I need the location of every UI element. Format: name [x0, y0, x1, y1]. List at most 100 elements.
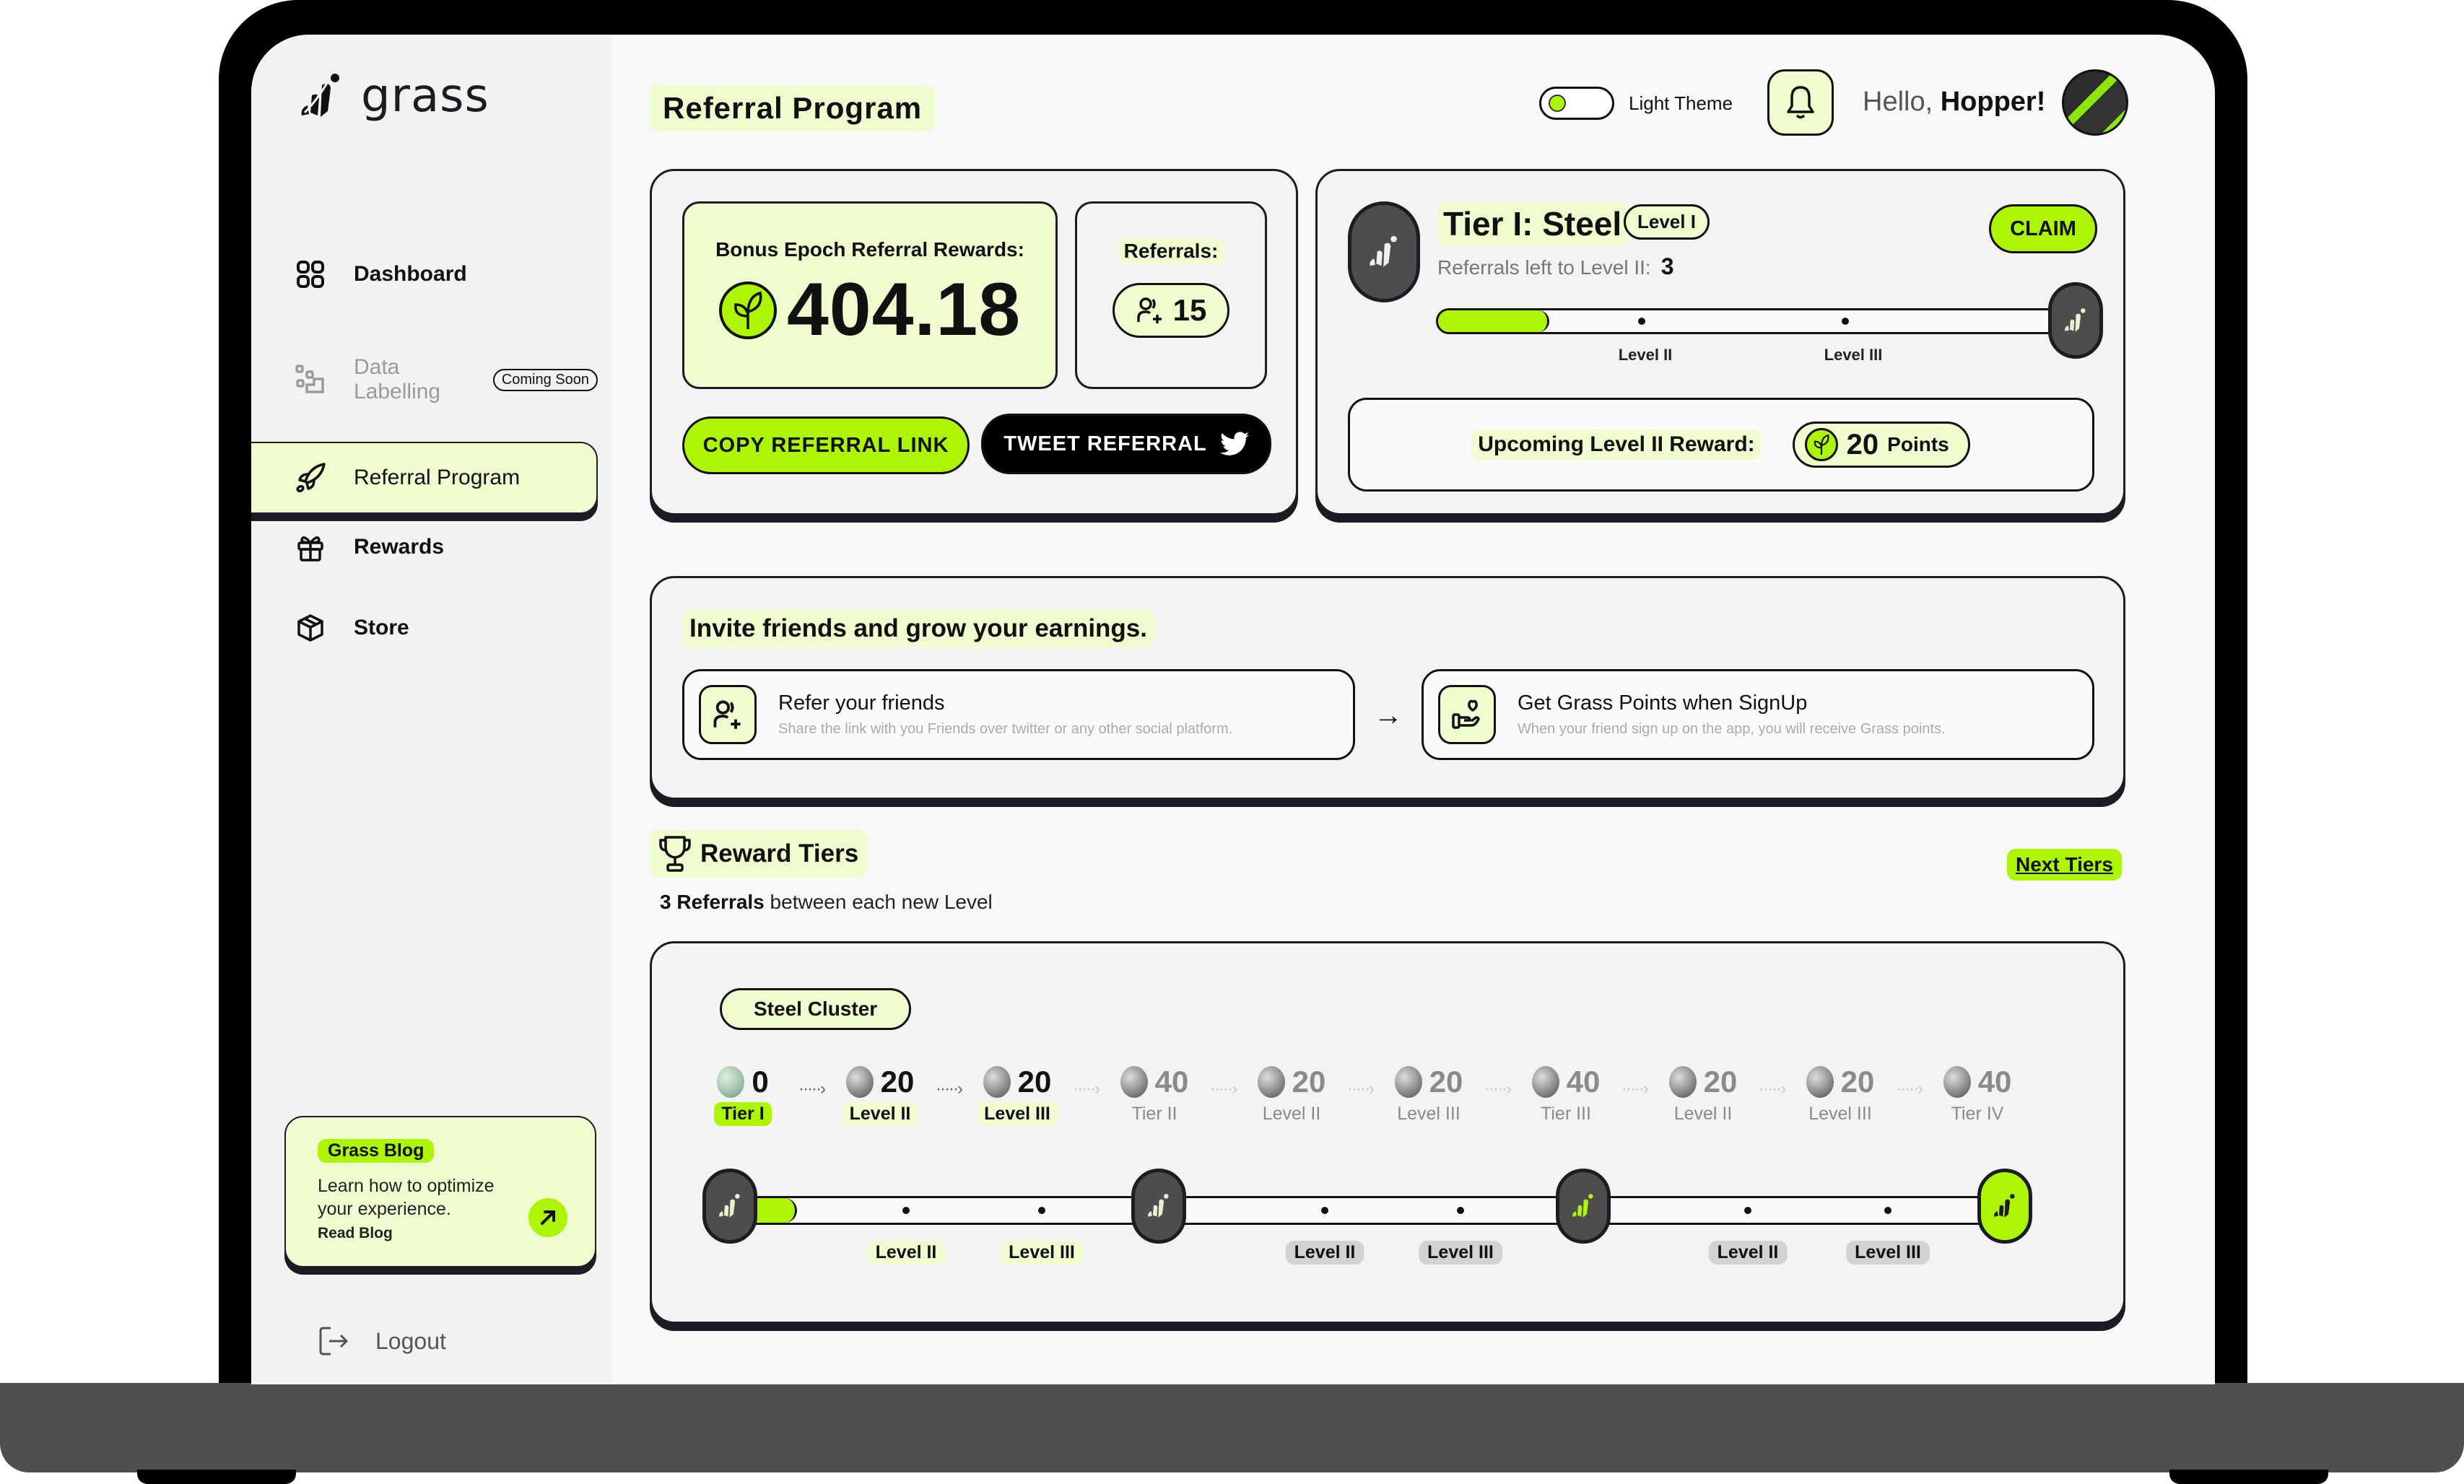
timeline-label: Tier I	[714, 1102, 772, 1126]
coin-icon	[1120, 1066, 1148, 1098]
grass-logo-icon	[1148, 1194, 1169, 1218]
toggle-knob	[1549, 95, 1566, 112]
timeline-label: Tier II	[1131, 1104, 1177, 1124]
timeline-item: 20 Level II	[1645, 1065, 1761, 1126]
sidebar-item-label: Referral Program	[354, 466, 521, 489]
notifications-button[interactable]	[1767, 69, 1834, 136]
timeline-points: 20	[1703, 1065, 1738, 1099]
timeline-label: Level III	[977, 1102, 1058, 1126]
timeline-item: 20 Level III	[959, 1065, 1075, 1126]
app-name: grass	[361, 69, 489, 123]
step-description: Share the link with you Friends over twi…	[778, 721, 1233, 737]
coin-icon	[983, 1066, 1011, 1098]
coin-icon	[717, 1066, 745, 1098]
coin-icon	[1257, 1066, 1285, 1098]
referrals-box: Referrals: 15	[1075, 201, 1267, 389]
tier-badge	[1348, 201, 1420, 302]
dotted-arrow-icon: ·····›	[1347, 1079, 1375, 1099]
tier-title: Tier I: Steel	[1437, 201, 1628, 246]
referral-summary-card: Bonus Epoch Referral Rewards: 404.18 Ref…	[650, 169, 1298, 515]
grid-icon	[295, 258, 326, 290]
grass-coin-icon	[1804, 428, 1838, 461]
sidebar-item-data-labelling[interactable]: Data Labelling Coming Soon	[251, 352, 598, 407]
laptop-foot	[2169, 1470, 2328, 1484]
logo[interactable]: grass	[296, 69, 489, 123]
laptop-base	[0, 1383, 2464, 1472]
dotted-arrow-icon: ·····›	[1759, 1079, 1786, 1099]
hand-heart-icon	[1438, 685, 1496, 744]
coin-icon	[1531, 1066, 1559, 1098]
dotted-arrow-icon: ·····›	[1484, 1079, 1512, 1099]
upcoming-points-pill: 20 Points	[1792, 422, 1970, 468]
app-screen: grass Dashboard Data Labelling Coming So…	[251, 35, 2215, 1384]
tier-badge	[702, 1169, 757, 1244]
reward-tiers-heading: Reward Tiers	[650, 830, 868, 878]
bonus-rewards-box: Bonus Epoch Referral Rewards: 404.18	[682, 201, 1058, 389]
timeline-value: 20	[822, 1065, 938, 1099]
sidebar-item-rewards[interactable]: Rewards	[251, 525, 598, 569]
timeline-value: 20	[1645, 1065, 1761, 1099]
avatar[interactable]	[2062, 69, 2128, 136]
sidebar-item-store[interactable]: Store	[251, 606, 598, 650]
timeline-item: 20 Level III	[1782, 1065, 1898, 1126]
user-plus-icon	[1136, 297, 1162, 323]
timeline-points: 0	[752, 1065, 769, 1099]
copy-referral-link-button[interactable]: COPY REFERRAL LINK	[682, 416, 970, 474]
timeline-value: 20	[959, 1065, 1075, 1099]
next-tier-badge	[2048, 282, 2103, 359]
level-marker	[1841, 318, 1849, 325]
bell-icon	[1787, 86, 1814, 119]
user-name: Hopper!	[1940, 87, 2046, 117]
greeting: Hello, Hopper!	[1863, 87, 2045, 118]
coming-soon-badge: Coming Soon	[492, 368, 598, 391]
reward-tiers-card: Steel Cluster 0 Tier I ·····› 20 Level II ···…	[650, 941, 2125, 1324]
twitter-icon	[1219, 432, 1249, 455]
timeline-label: Level III	[1397, 1104, 1460, 1124]
track-label: Level III	[1824, 346, 1883, 364]
invite-step: Refer your friends Share the link with y…	[682, 669, 1355, 760]
greeting-prefix: Hello,	[1863, 87, 1933, 117]
grass-logo-icon	[2065, 308, 2086, 332]
track-level-label: Level II	[866, 1241, 946, 1265]
coin-icon	[1668, 1066, 1697, 1098]
blog-description: Learn how to optimize your experience.	[318, 1176, 495, 1219]
timeline-value: 20	[1371, 1065, 1486, 1099]
logout-label: Logout	[375, 1327, 446, 1354]
theme-toggle-switch[interactable]	[1539, 87, 1614, 120]
tweet-referral-button[interactable]: TWEET REFERRAL	[981, 414, 1271, 474]
grass-logo-icon	[301, 74, 339, 117]
logout-icon	[319, 1327, 349, 1356]
blog-card[interactable]: Grass Blog Learn how to optimize your ex…	[284, 1116, 596, 1267]
theme-toggle[interactable]: Light Theme	[1539, 87, 1733, 120]
dotted-arrow-icon: ·····›	[936, 1079, 963, 1099]
level-chip: Level I	[1624, 204, 1710, 240]
timeline-points: 20	[880, 1065, 915, 1099]
sidebar-item-label: Data Labelling	[354, 355, 440, 404]
referrals-left-label: Referrals left to Level II:	[1437, 256, 1651, 279]
coin-icon	[1806, 1066, 1834, 1098]
referrals-count: 15	[1172, 293, 1207, 327]
tier-badge	[1556, 1169, 1611, 1244]
track-level-label: Level III	[1846, 1241, 1930, 1265]
next-tiers-button[interactable]: Next Tiers	[2007, 849, 2122, 881]
grass-coin-icon	[718, 281, 777, 339]
tier-progress-fill	[1438, 310, 1549, 332]
timeline-value: 0	[685, 1065, 801, 1099]
dotted-arrow-icon: ·····›	[1896, 1079, 1923, 1099]
track-level-label: Level III	[1000, 1241, 1084, 1265]
sidebar-item-dashboard[interactable]: Dashboard	[251, 258, 598, 290]
grass-logo-icon	[1572, 1194, 1593, 1218]
timeline-item: 0 Tier I	[685, 1065, 801, 1126]
track-label: Level II	[1618, 346, 1673, 364]
upcoming-points-unit: Points	[1887, 433, 1949, 455]
track-level-label: Level II	[1285, 1241, 1364, 1265]
logout-button[interactable]: Logout	[318, 1325, 446, 1357]
timeline-label: Level III	[1808, 1104, 1872, 1124]
sidebar-item-referral-program[interactable]: Referral Program	[251, 442, 598, 514]
claim-button[interactable]: CLAIM	[1989, 204, 2097, 253]
track-level-label: Level II	[1708, 1241, 1788, 1265]
blog-open-button[interactable]	[528, 1198, 567, 1237]
level-marker	[1038, 1207, 1045, 1214]
gift-icon	[295, 531, 326, 563]
read-blog-link[interactable]: Read Blog	[318, 1225, 563, 1242]
